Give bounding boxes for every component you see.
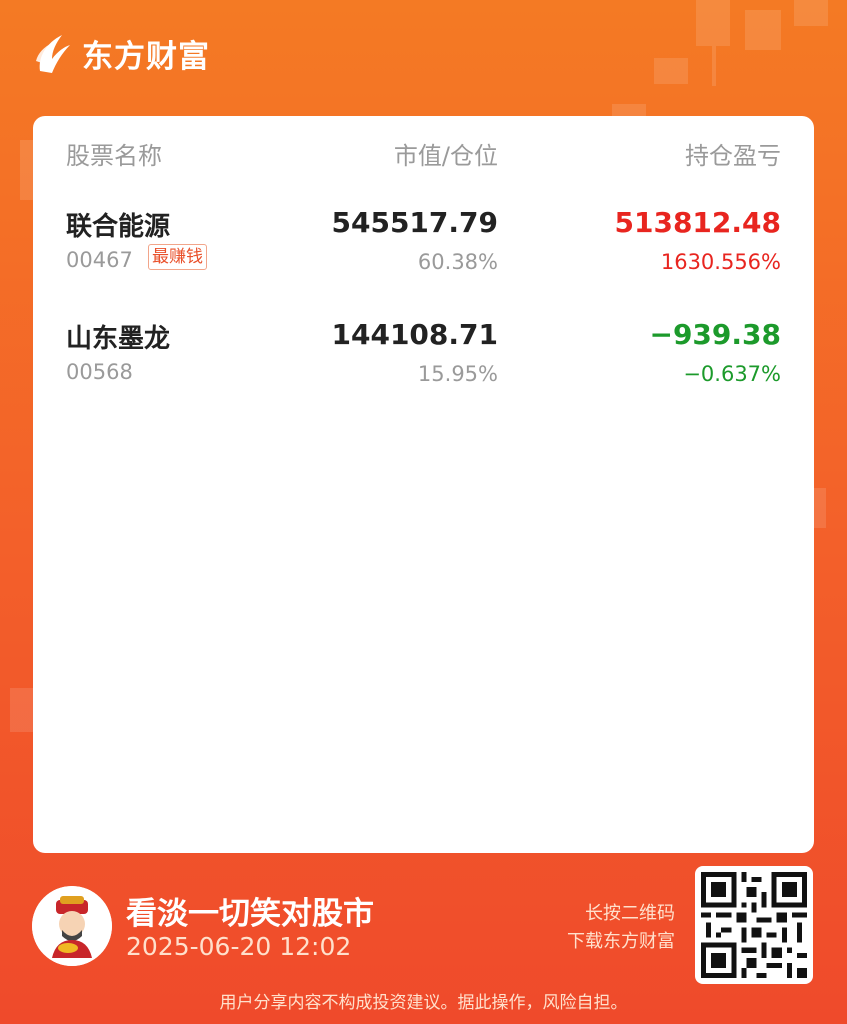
decor-candle [814, 488, 826, 528]
best-earner-badge: 最赚钱 [148, 244, 207, 270]
holding-row[interactable]: 联合能源 00467 最赚钱 545517.79 60.38% 513812.4… [33, 206, 814, 296]
decor-candle [654, 58, 688, 84]
market-value: 545517.79 [331, 206, 499, 239]
decor-candle [794, 0, 828, 26]
holding-row[interactable]: 山东墨龙 00568 144108.71 15.95% −939.38 −0.6… [33, 318, 814, 408]
decor-candle [712, 46, 716, 86]
brand-name: 东方财富 [82, 38, 210, 75]
profit-loss-percent: −0.637% [683, 362, 781, 386]
qr-tip: 长按二维码 下载东方财富 [567, 900, 675, 956]
eastmoney-logo-icon [36, 35, 70, 73]
profit-loss-percent: 1630.556% [660, 250, 781, 274]
share-datetime: 2025-06-20 12:02 [126, 932, 352, 961]
position-ratio: 60.38% [417, 250, 498, 274]
profit-loss-amount: 513812.48 [614, 206, 782, 239]
avatar [32, 886, 112, 966]
app-header: 东方财富 [32, 28, 210, 78]
decor-candle [745, 10, 781, 50]
market-value: 144108.71 [331, 318, 499, 351]
header-market-value: 市值/仓位 [393, 142, 498, 170]
qr-code-icon [701, 872, 807, 978]
holdings-card: 股票名称 市值/仓位 持仓盈亏 联合能源 00467 最赚钱 545517.79… [33, 116, 814, 853]
wealth-god-avatar-icon [32, 886, 112, 966]
decor-candle [10, 688, 34, 732]
decor-candle [20, 140, 34, 200]
share-slogan: 看淡一切笑对股市 [126, 896, 374, 932]
qr-tip-line1: 长按二维码 [585, 903, 675, 924]
stock-name: 联合能源 [66, 212, 171, 242]
decor-candle [696, 0, 730, 46]
stock-name: 山东墨龙 [66, 324, 171, 354]
profit-loss-amount: −939.38 [649, 318, 781, 351]
qr-code[interactable] [695, 866, 813, 984]
stock-code: 00467 [66, 248, 133, 272]
header-profit-loss: 持仓盈亏 [685, 142, 781, 170]
position-ratio: 15.95% [417, 362, 498, 386]
header-stock-name: 股票名称 [66, 142, 162, 170]
stock-code: 00568 [66, 360, 133, 384]
disclaimer: 用户分享内容不构成投资建议。据此操作，风险自担。 [219, 993, 628, 1013]
qr-tip-line2: 下载东方财富 [567, 931, 675, 952]
